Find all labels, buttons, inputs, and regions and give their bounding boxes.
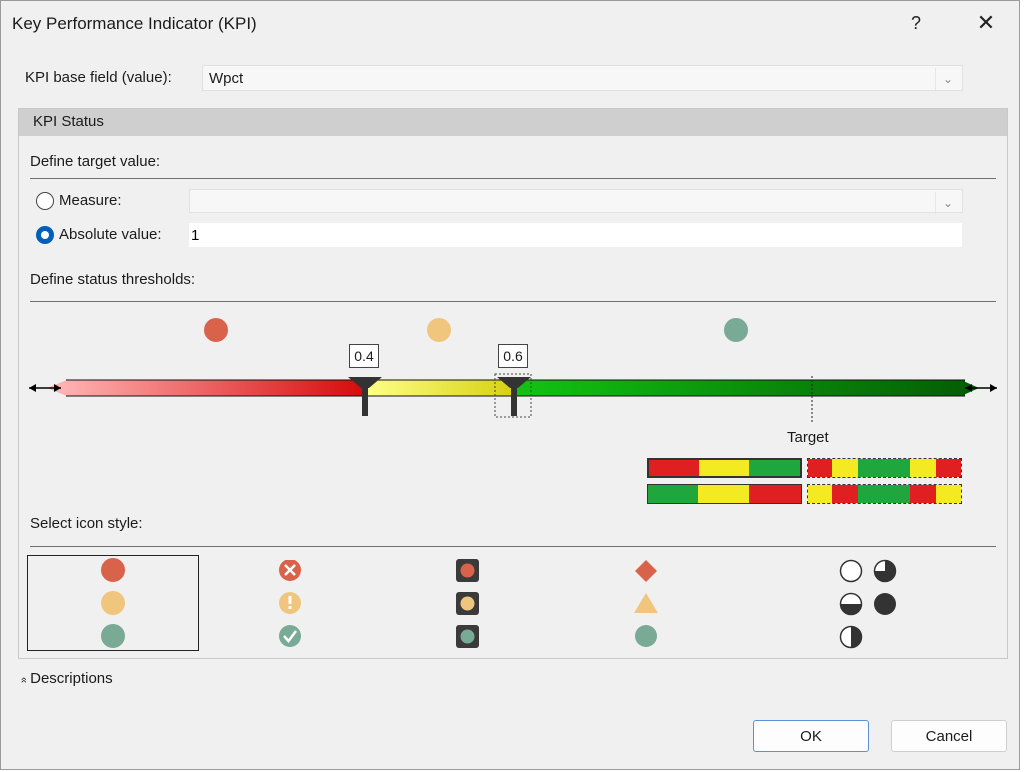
bar-right-arrow[interactable] xyxy=(961,380,997,396)
descriptions-label: Descriptions xyxy=(30,670,113,687)
icon-style-shapes[interactable] xyxy=(633,559,659,660)
target-separator xyxy=(30,178,996,179)
dialog-title: Key Performance Indicator (KPI) xyxy=(12,14,257,33)
kpi-status-group: KPI Status Define target value: Measure:… xyxy=(18,108,1008,659)
red-zone xyxy=(66,380,365,396)
absolute-value-radio[interactable] xyxy=(36,226,54,244)
yellow-zone xyxy=(365,380,515,396)
measure-radio[interactable] xyxy=(36,192,54,210)
ok-button[interactable]: OK xyxy=(753,720,869,752)
absolute-value-label: Absolute value: xyxy=(59,226,162,243)
icon-style-label: Select icon style: xyxy=(30,515,143,532)
color-order-gyr[interactable] xyxy=(647,484,802,504)
chevron-down-icon[interactable]: ⌄ xyxy=(935,68,960,90)
define-thresholds-label: Define status thresholds: xyxy=(30,271,196,288)
thresholds-separator xyxy=(30,301,996,302)
color-order-rgy-selected[interactable] xyxy=(647,458,802,478)
status-dot-green xyxy=(724,318,748,342)
color-order-yrg-mirror[interactable] xyxy=(807,484,962,504)
title-bar: Key Performance Indicator (KPI) ? ✕ xyxy=(1,1,1019,47)
icon-style-traffic-light[interactable] xyxy=(456,559,480,660)
kpi-status-header: KPI Status xyxy=(19,109,1007,136)
collapse-chevron-icon: » xyxy=(18,676,31,684)
color-order-ryg-mirror[interactable] xyxy=(807,458,962,478)
kpi-status-title: KPI Status xyxy=(33,113,104,130)
measure-dropdown[interactable]: ⌄ xyxy=(189,189,963,214)
icon-style-circles[interactable] xyxy=(99,558,127,663)
target-label: Target xyxy=(787,429,829,446)
bar-left-arrow[interactable] xyxy=(29,380,67,396)
absolute-value-input[interactable] xyxy=(189,223,962,247)
define-target-label: Define target value: xyxy=(30,153,161,170)
status-dot-red xyxy=(204,318,228,342)
chevron-down-icon[interactable]: ⌄ xyxy=(935,192,960,214)
help-button[interactable]: ? xyxy=(896,7,936,39)
measure-label: Measure: xyxy=(59,192,122,209)
icon-style-symbols[interactable] xyxy=(278,559,302,661)
status-dot-yellow xyxy=(427,318,451,342)
descriptions-toggle[interactable]: »Descriptions xyxy=(18,670,113,687)
kpi-dialog: Key Performance Indicator (KPI) ? ✕ KPI … xyxy=(0,0,1020,770)
threshold-bar[interactable] xyxy=(19,364,1007,444)
green-zone xyxy=(515,380,965,396)
icon-style-pies[interactable] xyxy=(839,559,903,660)
base-field-value: Wpct xyxy=(209,70,244,87)
base-field-label: KPI base field (value): xyxy=(25,69,172,86)
close-button[interactable]: ✕ xyxy=(966,7,1006,39)
cancel-button[interactable]: Cancel xyxy=(891,720,1007,752)
icon-style-separator xyxy=(30,546,996,547)
base-field-dropdown[interactable]: Wpct ⌄ xyxy=(202,65,963,91)
